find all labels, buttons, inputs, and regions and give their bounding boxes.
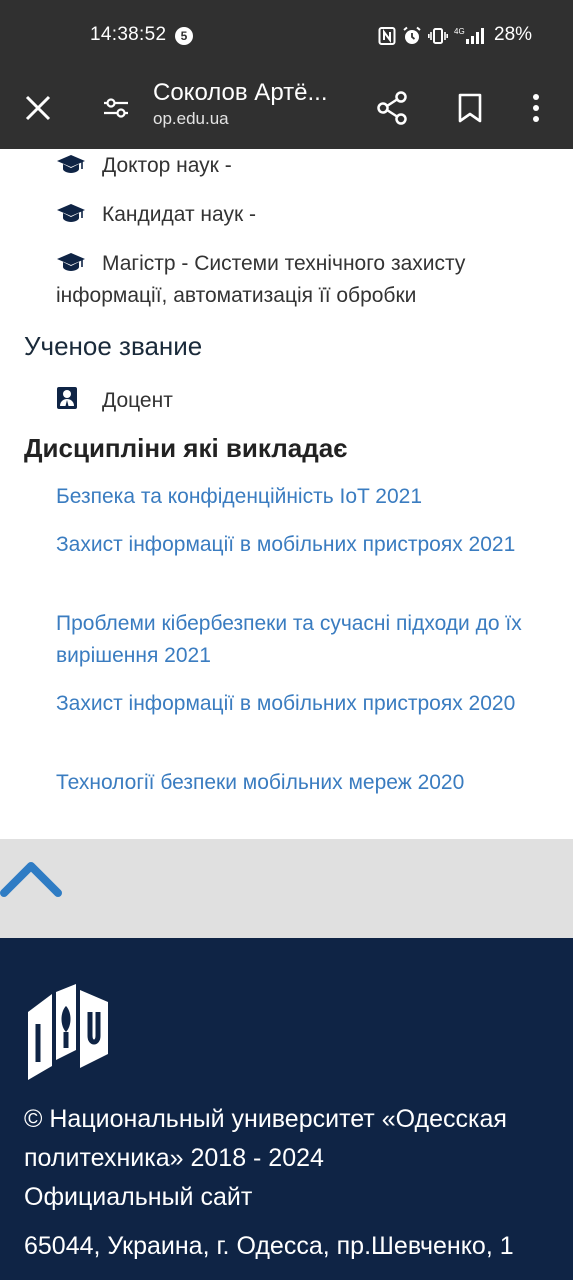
graduation-cap-icon	[57, 155, 85, 173]
bookmark-button[interactable]	[448, 86, 492, 130]
close-icon	[25, 95, 51, 121]
rank-value: Доцент	[102, 389, 173, 412]
copyright-line: политехника» 2018 - 2024	[24, 1144, 324, 1172]
bookmark-icon	[458, 93, 482, 123]
teacher-icon	[57, 387, 77, 409]
official-site-label: Официальный сайт	[24, 1183, 253, 1211]
chevron-up-icon	[0, 862, 62, 897]
university-logo	[28, 984, 108, 1080]
disciplines-heading: Дисципліни які викладає	[24, 433, 348, 463]
share-button[interactable]	[370, 86, 414, 130]
url-block[interactable]: Соколов Артё... op.edu.ua	[153, 78, 358, 130]
rank-heading: Ученое звание	[24, 331, 203, 361]
more-vert-icon	[533, 94, 539, 122]
more-options-button[interactable]	[516, 86, 556, 130]
share-icon	[377, 91, 407, 125]
scroll-top-bar	[0, 839, 573, 938]
site-settings-button[interactable]	[96, 88, 136, 128]
signal-icon: 4G	[454, 27, 484, 44]
discipline-link[interactable]: Технології безпеки мобільних мереж 2020	[56, 767, 551, 799]
discipline-link[interactable]: Проблеми кібербезпеки та сучасні підходи…	[56, 608, 551, 672]
alarm-icon	[403, 26, 421, 44]
footer: © Национальный университет «Одесская пол…	[0, 938, 573, 1280]
footer-copyright: © Национальный университет «Одесская пол…	[24, 1100, 554, 1217]
graduation-cap-icon	[57, 204, 85, 222]
nfc-icon	[378, 27, 396, 45]
page-url: op.edu.ua	[153, 109, 229, 128]
degree-item: Кандидат наук -	[56, 199, 556, 231]
vibrate-icon	[428, 28, 448, 44]
status-time: 14:38:52	[90, 24, 167, 45]
custom-tab-toolbar: Соколов Артё... op.edu.ua	[0, 72, 573, 149]
discipline-link[interactable]: Захист інформації в мобільних пристроях …	[56, 529, 551, 561]
graduation-cap-icon	[57, 253, 85, 271]
battery-level: 28%	[494, 24, 533, 45]
status-icons: 4G	[378, 24, 484, 48]
degree-item: Магістр - Системи технічного захисту інф…	[56, 248, 556, 312]
degree-item: Доктор наук -	[56, 150, 556, 182]
degree-text: Доктор наук -	[102, 154, 232, 177]
notification-count-badge: 5	[175, 27, 193, 45]
svg-text:4G: 4G	[454, 27, 465, 36]
discipline-link[interactable]: Безпека та конфіденційність IoT 2021	[56, 481, 551, 513]
rank-item: Доцент	[56, 385, 173, 417]
footer-address: 65044, Украина, г. Одесса, пр.Шевченко, …	[24, 1232, 514, 1260]
discipline-link[interactable]: Захист інформації в мобільних пристроях …	[56, 688, 551, 720]
page-title: Соколов Артё...	[153, 79, 328, 106]
close-button[interactable]	[18, 88, 58, 128]
degree-text: Кандидат наук -	[102, 203, 256, 226]
status-bar: 14:38:52 5 4G 28%	[0, 0, 573, 72]
copyright-line: © Национальный университет «Одесская	[24, 1105, 507, 1133]
degree-text: Магістр - Системи технічного захисту інф…	[56, 252, 466, 307]
scroll-to-top-button[interactable]	[0, 851, 62, 901]
tune-icon	[104, 98, 128, 118]
